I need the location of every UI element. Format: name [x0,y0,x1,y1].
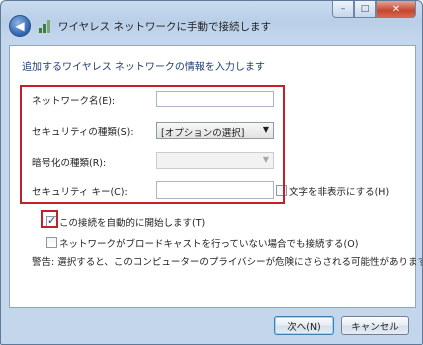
auto-connect-checkbox[interactable] [46,214,57,227]
network-name-label: ネットワーク名(E): [32,96,116,107]
hide-characters-label[interactable]: 文字を非表示にする(H) [289,184,389,198]
maximize-button[interactable]: □ [354,1,376,18]
network-name-input[interactable] [156,91,274,107]
auto-connect-label[interactable]: この接続を自動的に開始します(T) [59,215,205,229]
dialog-title: ワイヤレス ネットワークに手動で接続します [58,20,272,33]
security-key-input[interactable] [156,181,274,199]
next-button[interactable]: 次へ(N) [274,316,334,335]
connect-if-not-broadcasting-checkbox[interactable] [46,237,57,248]
security-key-label: セキュリティ キー(C): [32,187,128,198]
dialog-window: – □ ✕ ◀ ワイヤレス ネットワークに手動で接続します 追加するワイヤレス … [0,0,423,345]
title-bar-controls: – □ ✕ [332,1,416,19]
encryption-type-label: 暗号化の種類(R): [32,158,107,169]
hide-characters-checkbox[interactable] [276,185,287,196]
dialog-header: ◀ ワイヤレス ネットワークに手動で接続します [9,14,271,38]
security-type-select[interactable]: [オプションの選択] ▼ [156,122,274,139]
content-panel: 追加するワイヤレス ネットワークの情報を入力します ネットワーク名(E): セキ… [9,45,422,308]
chevron-down-icon: ▼ [262,125,269,134]
wireless-network-icon [37,19,53,33]
chevron-down-icon: ▼ [262,155,269,164]
back-arrow-icon[interactable]: ◀ [9,15,31,37]
minimize-button[interactable]: – [332,1,354,18]
encryption-type-select[interactable]: ▼ [156,152,274,169]
security-type-value: [オプションの選択] [161,128,245,139]
page-heading: 追加するワイヤレス ネットワークの情報を入力します [22,62,265,73]
security-type-label: セキュリティの種類(S): [32,127,134,138]
privacy-warning-text: 警告: 選択すると、このコンピューターのプライバシーが危険にさらされる可能性があ… [32,257,423,268]
cancel-button[interactable]: キャンセル [341,316,409,335]
close-button[interactable]: ✕ [376,1,416,18]
connect-if-not-broadcasting-label[interactable]: ネットワークがブロードキャストを行っていない場合でも接続する(O) [59,236,358,250]
